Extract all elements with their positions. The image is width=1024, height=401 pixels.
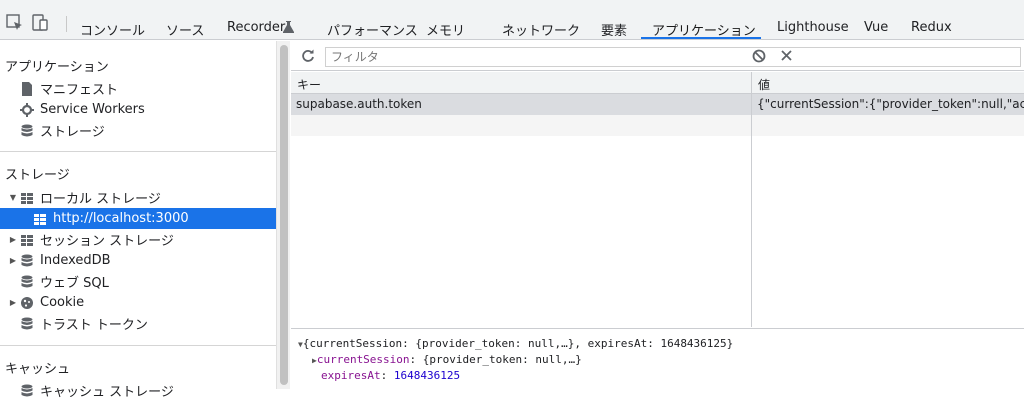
sidebar-item-cookie[interactable]: ▶ Cookie xyxy=(0,292,276,313)
table-grid-icon xyxy=(21,192,33,204)
sidebar-item-label: IndexedDB xyxy=(40,253,111,268)
sidebar-item-label: http://localhost:3000 xyxy=(53,211,189,226)
value-preview-pane: ▼{currentSession: {provider_token: null,… xyxy=(291,328,1024,389)
application-sidebar: アプリケーション マニフェスト Service Workers ストレージ スト… xyxy=(0,41,276,400)
flask-icon xyxy=(283,21,294,33)
tab-recorder[interactable]: Recorder xyxy=(227,20,285,35)
sidebar-item-label: マニフェスト xyxy=(40,83,119,98)
table-grid-icon xyxy=(21,234,33,246)
sidebar-item-session-storage[interactable]: ▶ セッション ストレージ xyxy=(0,229,276,250)
sidebar-item-web-sql[interactable]: ウェブ SQL xyxy=(0,271,276,292)
column-divider[interactable] xyxy=(751,72,752,327)
sidebar-item-label: ウェブ SQL xyxy=(40,276,109,291)
sidebar-item-cache-storage[interactable]: キャッシュ ストレージ xyxy=(0,380,276,401)
refresh-icon[interactable] xyxy=(301,49,315,63)
database-icon xyxy=(21,254,33,266)
section-title-cache: キャッシュ xyxy=(5,362,71,377)
collapsed-arrow-icon[interactable]: ▶ xyxy=(8,298,18,307)
preview-expires-at-line: expiresAt: 1648436125 xyxy=(321,369,461,382)
filter-input[interactable] xyxy=(325,47,1021,67)
tab-performance[interactable]: パフォーマンス xyxy=(327,20,418,39)
table-row-empty xyxy=(291,115,1024,136)
collapsed-arrow-icon[interactable]: ▶ xyxy=(8,235,18,244)
section-divider xyxy=(0,151,276,152)
database-icon xyxy=(21,275,33,287)
clear-all-icon[interactable] xyxy=(752,49,766,63)
scrollbar-thumb[interactable] xyxy=(280,45,288,385)
sidebar-item-storage-overview[interactable]: ストレージ xyxy=(0,120,276,141)
delete-selected-icon[interactable] xyxy=(780,49,793,62)
sidebar-item-localhost-3000[interactable]: http://localhost:3000 xyxy=(0,208,276,229)
row-key-cell[interactable]: supabase.auth.token xyxy=(296,97,746,111)
cookie-icon xyxy=(21,296,33,309)
section-title-storage: ストレージ xyxy=(5,168,70,183)
storage-toolbar xyxy=(291,41,1024,71)
sidebar-item-label: キャッシュ ストレージ xyxy=(40,385,174,400)
active-tab-indicator xyxy=(641,37,761,39)
section-divider xyxy=(0,345,276,346)
sidebar-item-label: Service Workers xyxy=(40,102,145,117)
tab-memory[interactable]: メモリ xyxy=(426,20,465,39)
toolbar-separator xyxy=(66,16,67,32)
sidebar-item-trust-tokens[interactable]: トラスト トークン xyxy=(0,313,276,334)
sidebar-item-manifest[interactable]: マニフェスト xyxy=(0,78,276,99)
tab-sources[interactable]: ソース xyxy=(166,20,204,39)
sidebar-scrollbar[interactable] xyxy=(276,41,290,389)
sidebar-item-label: セッション ストレージ xyxy=(40,234,174,249)
sidebar-item-label: トラスト トークン xyxy=(40,318,148,333)
storage-table: キー 値 supabase.auth.token {"currentSessio… xyxy=(291,72,1024,327)
tab-lighthouse[interactable]: Lighthouse xyxy=(777,20,849,35)
file-icon xyxy=(22,81,32,96)
tab-console[interactable]: コンソール xyxy=(80,20,145,39)
preview-root-line[interactable]: ▼{currentSession: {provider_token: null,… xyxy=(298,337,733,350)
sidebar-item-label: ローカル ストレージ xyxy=(40,192,161,207)
tab-vue[interactable]: Vue xyxy=(864,20,888,35)
inspect-element-icon[interactable] xyxy=(6,14,24,32)
sidebar-item-label: ストレージ xyxy=(40,125,105,140)
device-toolbar-icon[interactable] xyxy=(31,14,49,32)
tab-elements[interactable]: 要素 xyxy=(601,20,627,39)
devtools-tabbar: コンソール ソース Recorder パフォーマンス メモリ ネットワーク 要素… xyxy=(0,0,1024,40)
table-grid-icon xyxy=(34,213,46,225)
gear-icon xyxy=(20,102,34,117)
preview-current-session-line[interactable]: ▶currentSession: {provider_token: null,…… xyxy=(312,353,582,366)
row-value-cell[interactable]: {"currentSession":{"provider_token":null… xyxy=(757,97,1024,111)
tab-network[interactable]: ネットワーク xyxy=(502,20,580,39)
database-icon xyxy=(21,124,33,136)
column-header-key[interactable]: キー xyxy=(291,72,751,94)
collapsed-arrow-icon[interactable]: ▶ xyxy=(8,256,18,265)
expanded-arrow-icon[interactable]: ▼ xyxy=(8,193,18,202)
database-icon xyxy=(21,384,33,396)
tab-redux[interactable]: Redux xyxy=(911,20,952,35)
sidebar-item-indexeddb[interactable]: ▶ IndexedDB xyxy=(0,250,276,271)
sidebar-item-service-workers[interactable]: Service Workers xyxy=(0,99,276,120)
section-title-application: アプリケーション xyxy=(5,60,109,75)
database-icon xyxy=(21,317,33,329)
sidebar-item-label: Cookie xyxy=(40,295,85,310)
storage-main-panel: キー 値 supabase.auth.token {"currentSessio… xyxy=(291,41,1024,389)
column-header-value[interactable]: 値 xyxy=(752,72,1024,94)
sidebar-item-local-storage[interactable]: ▼ ローカル ストレージ xyxy=(0,187,276,208)
table-row[interactable]: supabase.auth.token {"currentSession":{"… xyxy=(291,94,1024,115)
